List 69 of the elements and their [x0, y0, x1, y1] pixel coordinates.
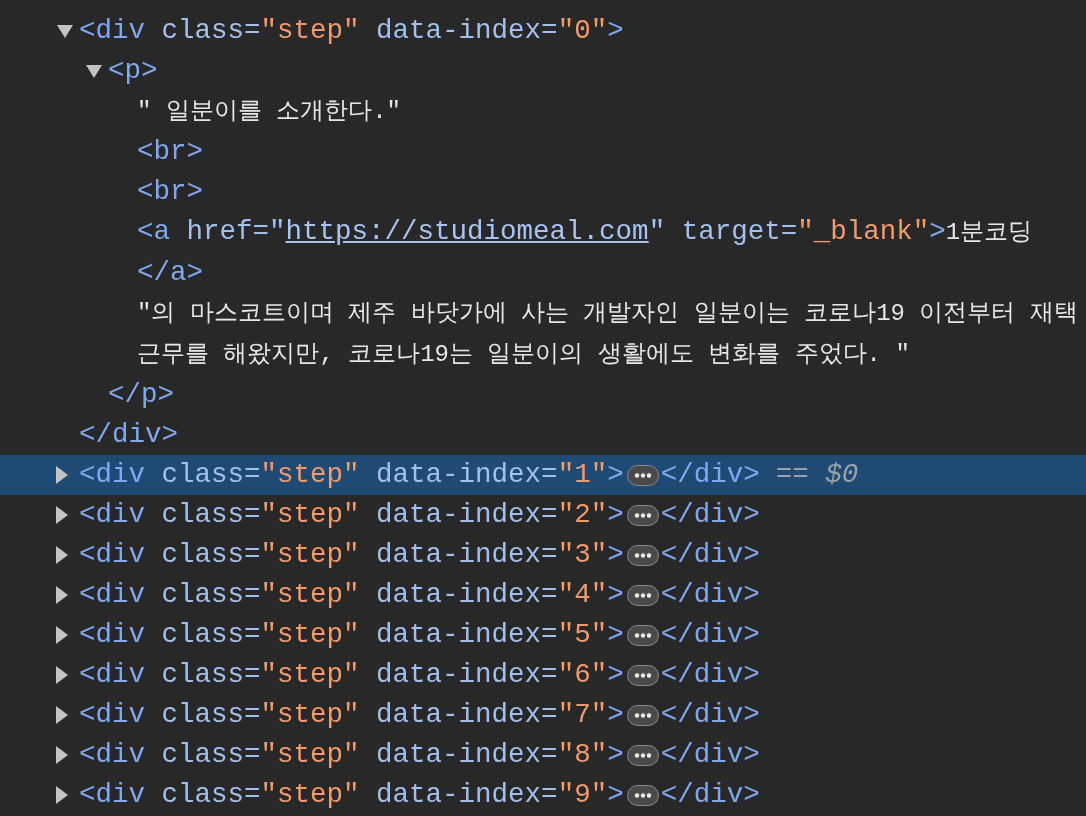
code-line: <div class="step" data-index="6">	[79, 658, 624, 692]
code-line: </div>	[660, 498, 760, 532]
code-line: </div>	[660, 578, 760, 612]
code-line: <div class="step" data-index="8">	[79, 738, 624, 772]
expand-triangle-icon[interactable]	[56, 746, 68, 764]
code-line: <div class="step" data-index="9">	[79, 778, 624, 812]
code-line: </div>	[660, 698, 760, 732]
code-line: " 일분이를 소개한다."	[137, 97, 401, 127]
code-line: <div class="step" data-index="5">	[79, 618, 624, 652]
dots-icon	[633, 513, 652, 518]
expand-triangle-icon[interactable]	[56, 706, 68, 724]
code-line: <div class="step" data-index="7">	[79, 698, 624, 732]
collapse-triangle-icon[interactable]	[85, 64, 103, 78]
dots-icon	[633, 473, 652, 478]
node-row[interactable]: <div class="step" data-index="9"> </div>	[0, 775, 1086, 815]
dots-icon	[633, 713, 652, 718]
node-row[interactable]: <div class="step" data-index="3"> </div>	[0, 535, 1086, 575]
node-row[interactable]: <div class="step" data-index="8"> </div>	[0, 735, 1086, 775]
code-line: <a href="https://studiomeal.com" target="_blank">1분코딩	[137, 215, 1033, 249]
code-line: <br>	[137, 135, 203, 169]
code-line: <div class="step" data-index="1">	[79, 458, 624, 492]
expand-triangle-icon[interactable]	[56, 466, 68, 484]
code-line: </div>	[660, 778, 760, 812]
node-row[interactable]: <div class="step" data-index="1"> </div> == $0	[0, 455, 1086, 495]
code-line: <p>	[108, 54, 158, 88]
expand-triangle-icon[interactable]	[56, 586, 68, 604]
code-line: </a>	[137, 256, 203, 290]
expand-triangle-icon[interactable]	[56, 506, 68, 524]
dots-icon	[633, 673, 652, 678]
dots-icon	[633, 753, 652, 758]
ellipsis-button[interactable]	[626, 465, 659, 486]
node-row[interactable]: <div class="step" data-index="7"> </div>	[0, 695, 1086, 735]
code-line: "의 마스코트이며 제주 바닷가에 사는 개발자인 일분이는 코로나19 이전부터 재택근무를 해왔지만, 코로나19는 일분이의 생활에도 변화를 주었다. "	[137, 299, 1078, 370]
code-line: </div>	[660, 458, 760, 492]
code-line: <div class="step" data-index="2">	[79, 498, 624, 532]
code-line: </div>	[79, 418, 179, 452]
expand-triangle-icon[interactable]	[56, 786, 68, 804]
code-line: <br>	[137, 175, 203, 209]
collapse-triangle-icon[interactable]	[56, 24, 74, 38]
node-row[interactable]: <div class="step" data-index="2"> </div>	[0, 495, 1086, 535]
expand-triangle-icon[interactable]	[56, 666, 68, 684]
ellipsis-button[interactable]	[626, 745, 659, 766]
code-line: <div class="step" data-index="0">	[79, 14, 624, 48]
code-line: </div>	[660, 738, 760, 772]
node-row[interactable]: <div class="step" data-index="4"> </div>	[0, 575, 1086, 615]
node-row[interactable]: <div class="step" data-index="0">	[0, 11, 1086, 51]
ellipsis-button[interactable]	[626, 545, 659, 566]
ellipsis-button[interactable]	[626, 625, 659, 646]
ellipsis-button[interactable]	[626, 705, 659, 726]
code-line: <div class="step" data-index="4">	[79, 578, 624, 612]
code-line: </div>	[660, 658, 760, 692]
code-line: </div>	[660, 618, 760, 652]
node-row[interactable]: <div class="step" data-index="5"> </div>	[0, 615, 1086, 655]
ellipsis-button[interactable]	[626, 585, 659, 606]
dots-icon	[633, 593, 652, 598]
expand-triangle-icon[interactable]	[56, 546, 68, 564]
console-reference: == $0	[775, 458, 859, 492]
code-line: <div class="step" data-index="3">	[79, 538, 624, 572]
dots-icon	[633, 793, 652, 798]
ellipsis-button[interactable]	[626, 505, 659, 526]
dots-icon	[633, 553, 652, 558]
dots-icon	[633, 633, 652, 638]
node-row[interactable]: <p>	[0, 51, 1086, 91]
node-row[interactable]: <div class="step" data-index="6"> </div>	[0, 655, 1086, 695]
ellipsis-button[interactable]	[626, 785, 659, 806]
code-line: </p>	[108, 378, 174, 412]
expand-triangle-icon[interactable]	[56, 626, 68, 644]
code-line: </div>	[660, 538, 760, 572]
ellipsis-button[interactable]	[626, 665, 659, 686]
